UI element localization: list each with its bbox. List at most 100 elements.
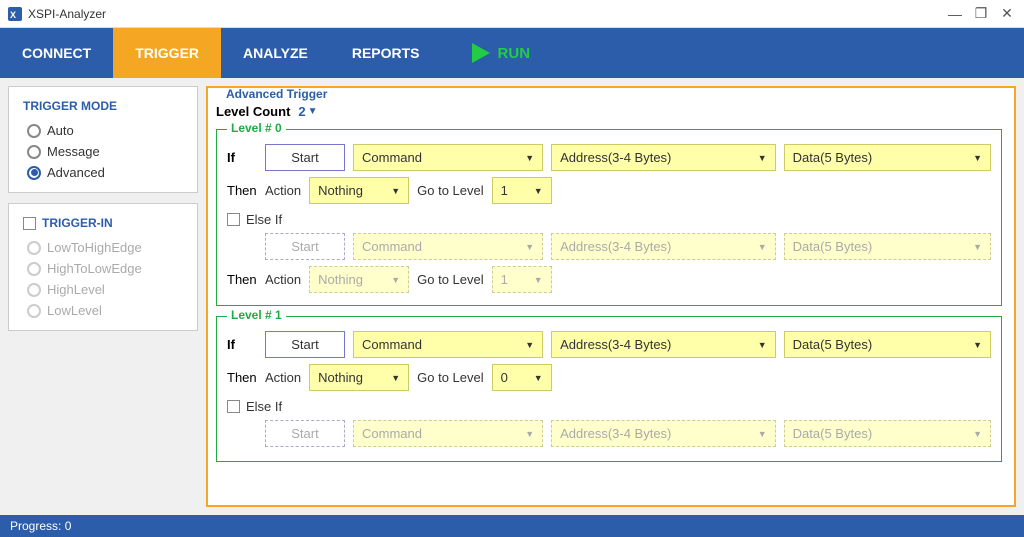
lowlevel-label: LowLevel: [47, 303, 102, 318]
command-caret: ▼: [525, 153, 534, 163]
level-1-else-if-row: Else If: [227, 399, 991, 414]
level-1-if-label: If: [227, 337, 257, 352]
level-1-else-address-label: Address(3-4 Bytes): [560, 426, 671, 441]
level-0-else-goto-value: 1: [501, 272, 508, 287]
radio-lowlevel: [27, 304, 41, 318]
level-0-address-label: Address(3-4 Bytes): [560, 150, 671, 165]
mode-auto[interactable]: Auto: [27, 123, 183, 138]
level-0-if-row: If Start Command ▼ Address(3-4 Bytes) ▼ …: [227, 144, 991, 171]
level-1-if-row: If Start Command ▼ Address(3-4 Bytes) ▼ …: [227, 331, 991, 358]
level-0-then-label: Then: [227, 183, 257, 198]
level-count-row: Level Count 2 ▼: [216, 104, 1002, 119]
tab-connect[interactable]: CONNECT: [0, 28, 113, 78]
mode-advanced-label: Advanced: [47, 165, 105, 180]
tab-analyze[interactable]: ANALYZE: [221, 28, 330, 78]
scroll-area[interactable]: Level Count 2 ▼ Level # 0 If Start Comma…: [216, 96, 1006, 497]
level-1-else-address-dropdown[interactable]: Address(3-4 Bytes) ▼: [551, 420, 776, 447]
svg-text:X: X: [10, 10, 16, 20]
highlevel-label: HighLevel: [47, 282, 105, 297]
level-0-else-data-dropdown[interactable]: Data(5 Bytes) ▼: [784, 233, 991, 260]
level-0-command-dropdown[interactable]: Command ▼: [353, 144, 543, 171]
level-count-value: 2: [298, 104, 305, 119]
level-0-else-start-row: Start Command ▼ Address(3-4 Bytes) ▼ Dat…: [227, 233, 991, 260]
close-button[interactable]: ✕: [998, 5, 1016, 23]
level-0-nothing-dropdown[interactable]: Nothing ▼: [309, 177, 409, 204]
level-0-command-label: Command: [362, 150, 422, 165]
run-label: RUN: [498, 45, 531, 62]
goto-caret: ▼: [534, 186, 543, 196]
level-count-dropdown[interactable]: 2 ▼: [298, 104, 317, 119]
level-1-goto-dropdown[interactable]: 0 ▼: [492, 364, 552, 391]
trigger-mode-title: TRIGGER MODE: [23, 99, 183, 113]
trigger-in-box: TRIGGER-IN LowToHighEdge HighToLowEdge H…: [8, 203, 198, 331]
level-0-else-nothing-dropdown[interactable]: Nothing ▼: [309, 266, 409, 293]
mode-advanced[interactable]: Advanced: [27, 165, 183, 180]
trigger-mode-group: Auto Message Advanced: [23, 123, 183, 180]
trigger-in-label: TRIGGER-IN: [42, 216, 113, 230]
maximize-button[interactable]: ❐: [972, 5, 990, 23]
level-1-else-checkbox[interactable]: [227, 400, 240, 413]
level-0-else-command-dropdown[interactable]: Command ▼: [353, 233, 543, 260]
progress-label: Progress:: [10, 519, 61, 533]
app-icon: X: [8, 7, 22, 21]
trigger-in-lowlevel[interactable]: LowLevel: [27, 303, 183, 318]
title-bar: X XSPI-Analyzer — ❐ ✕: [0, 0, 1024, 28]
run-icon: [472, 43, 490, 63]
nothing-caret: ▼: [391, 186, 400, 196]
level-1-data-label: Data(5 Bytes): [793, 337, 872, 352]
radio-advanced: [27, 166, 41, 180]
trigger-in-checkbox[interactable]: [23, 217, 36, 230]
radio-message: [27, 145, 41, 159]
trigger-in-lowtohigh[interactable]: LowToHighEdge: [27, 240, 183, 255]
level-count-arrow: ▼: [308, 106, 318, 117]
level-1-else-command-dropdown[interactable]: Command ▼: [353, 420, 543, 447]
level-0-title: Level # 0: [227, 121, 286, 135]
tab-reports[interactable]: REPORTS: [330, 28, 442, 78]
level-0-else-data-label: Data(5 Bytes): [793, 239, 872, 254]
level-0-else-then-label: Then: [227, 272, 257, 287]
level-0-action-label: Action: [265, 183, 301, 198]
minimize-button[interactable]: —: [946, 5, 964, 23]
run-button[interactable]: RUN: [472, 43, 531, 63]
level-1-then-row: Then Action Nothing ▼ Go to Level 0 ▼: [227, 364, 991, 391]
level-0-goto-dropdown[interactable]: 1 ▼: [492, 177, 552, 204]
level-0-else-goto-dropdown[interactable]: 1 ▼: [492, 266, 552, 293]
lowtohigh-label: LowToHighEdge: [47, 240, 142, 255]
level-1-then-label: Then: [227, 370, 257, 385]
level-0-else-address-dropdown[interactable]: Address(3-4 Bytes) ▼: [551, 233, 776, 260]
level-1-nothing-dropdown[interactable]: Nothing ▼: [309, 364, 409, 391]
level-0-then-row: Then Action Nothing ▼ Go to Level 1 ▼: [227, 177, 991, 204]
level-0-else-command-label: Command: [362, 239, 422, 254]
mode-auto-label: Auto: [47, 123, 74, 138]
radio-hightolow: [27, 262, 41, 276]
level-1-address-dropdown[interactable]: Address(3-4 Bytes) ▼: [551, 331, 776, 358]
level-0-data-dropdown[interactable]: Data(5 Bytes) ▼: [784, 144, 991, 171]
level-1-start-button[interactable]: Start: [265, 331, 345, 358]
level-1-else-data-dropdown[interactable]: Data(5 Bytes) ▼: [784, 420, 991, 447]
level-1-nothing-label: Nothing: [318, 370, 363, 385]
level-0-data-label: Data(5 Bytes): [793, 150, 872, 165]
trigger-in-highlevel[interactable]: HighLevel: [27, 282, 183, 297]
level-1-action-label: Action: [265, 370, 301, 385]
level-0-else-start-button[interactable]: Start: [265, 233, 345, 260]
level-0-else-action-label: Action: [265, 272, 301, 287]
level-0-address-dropdown[interactable]: Address(3-4 Bytes) ▼: [551, 144, 776, 171]
level-0-else-if-label: Else If: [246, 212, 282, 227]
level-1-command-dropdown[interactable]: Command ▼: [353, 331, 543, 358]
tab-trigger[interactable]: TRIGGER: [113, 28, 221, 78]
level-1-goto-value: 0: [501, 370, 508, 385]
level-0-start-button[interactable]: Start: [265, 144, 345, 171]
radio-auto: [27, 124, 41, 138]
level-1-data-dropdown[interactable]: Data(5 Bytes) ▼: [784, 331, 991, 358]
trigger-in-hightolow[interactable]: HighToLowEdge: [27, 261, 183, 276]
level-1-else-start-button[interactable]: Start: [265, 420, 345, 447]
level-0-if-label: If: [227, 150, 257, 165]
mode-message[interactable]: Message: [27, 144, 183, 159]
address-caret: ▼: [758, 153, 767, 163]
level-1-else-data-label: Data(5 Bytes): [793, 426, 872, 441]
nav-bar: CONNECT TRIGGER ANALYZE REPORTS RUN: [0, 28, 1024, 78]
level-0-goto-label: Go to Level: [417, 183, 484, 198]
app-title: XSPI-Analyzer: [28, 7, 106, 21]
level-0-else-checkbox[interactable]: [227, 213, 240, 226]
mode-message-label: Message: [47, 144, 100, 159]
